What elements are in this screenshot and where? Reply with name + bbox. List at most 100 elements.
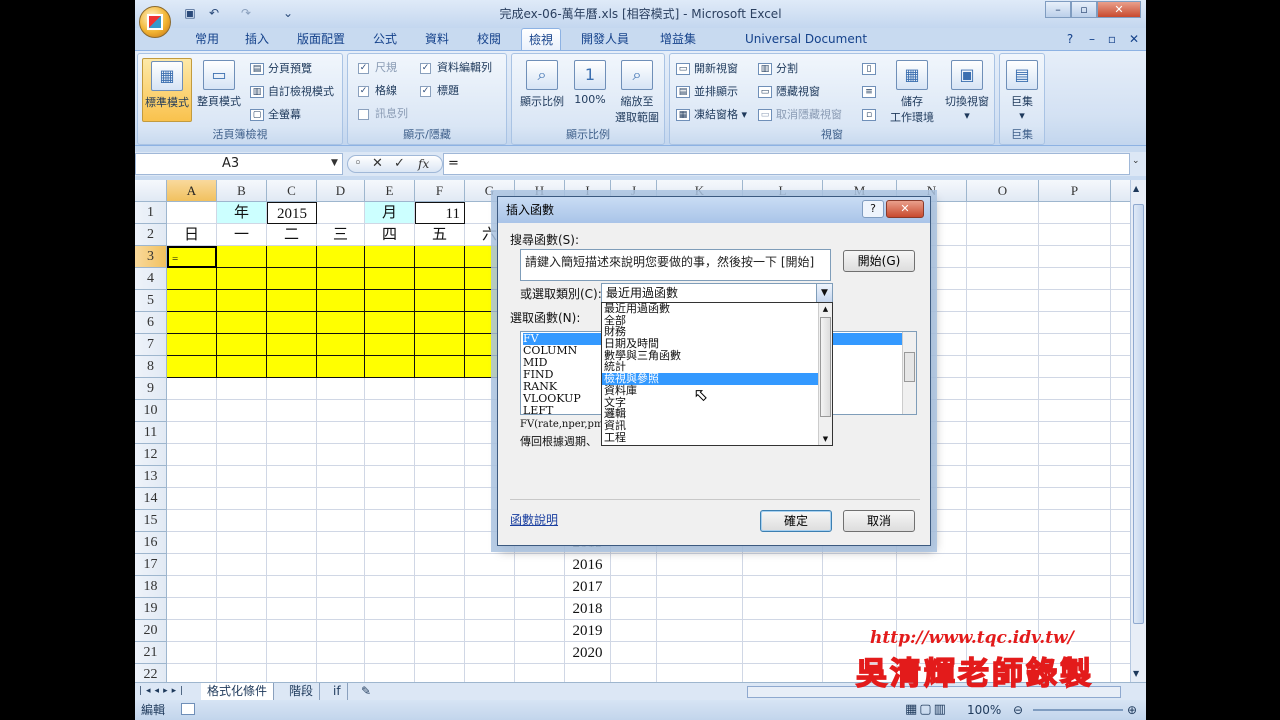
cell-l22[interactable]	[743, 664, 823, 682]
custom-views-button[interactable]: ▥ 自訂檢視模式	[250, 83, 334, 101]
cell-k18[interactable]	[657, 576, 743, 598]
cell-a22[interactable]	[167, 664, 217, 682]
cell-o3[interactable]	[967, 246, 1039, 268]
formula-bar-checkbox[interactable]: ✓ 資料編輯列	[420, 59, 492, 77]
category-dropdown[interactable]: 最近用過函數 全部 財務 日期及時間 數學與三角函數 統計 檢視與參照 資料庫 文字 邏輯 資訊 工程…	[601, 302, 833, 446]
select-all-corner[interactable]	[135, 180, 167, 202]
help-icon[interactable]: ?	[862, 200, 884, 218]
cell-p3[interactable]	[1039, 246, 1111, 268]
cell-d20[interactable]	[317, 620, 365, 642]
message-bar-checkbox[interactable]: 訊息列	[358, 105, 408, 123]
cell-b14[interactable]	[217, 488, 267, 510]
search-function-input[interactable]: 請鍵入簡短描述來說明您要做的事，然後按一下 [開始]	[520, 249, 831, 281]
cell-o18[interactable]	[967, 576, 1039, 598]
cell-o13[interactable]	[967, 466, 1039, 488]
cell-c10[interactable]	[267, 400, 317, 422]
cell-o15[interactable]	[967, 510, 1039, 532]
cell-p9[interactable]	[1039, 378, 1111, 400]
cell-c7[interactable]	[267, 334, 317, 356]
cell-e15[interactable]	[365, 510, 415, 532]
cell-g18[interactable]	[465, 576, 515, 598]
close-icon[interactable]: ✕	[886, 200, 924, 218]
cell-l18[interactable]	[743, 576, 823, 598]
row-header[interactable]: 3	[135, 246, 167, 268]
cell-e6[interactable]	[365, 312, 415, 334]
cell-b15[interactable]	[217, 510, 267, 532]
page-break-preview-button[interactable]: ▤ 分頁預覽	[250, 60, 312, 78]
category-option[interactable]: 文字	[602, 396, 832, 409]
cell-k17[interactable]	[657, 554, 743, 576]
category-option[interactable]: 資料庫	[602, 384, 832, 397]
help-link[interactable]: 函數說明	[510, 511, 558, 528]
cell-f7[interactable]	[415, 334, 465, 356]
cell-f3[interactable]	[415, 246, 465, 268]
scroll-up-icon[interactable]: ▲	[1133, 184, 1139, 193]
cell-e4[interactable]	[365, 268, 415, 290]
cell-e11[interactable]	[365, 422, 415, 444]
freeze-panes-button[interactable]: ▦ 凍結窗格 ▾	[676, 106, 747, 124]
cell-m19[interactable]	[823, 598, 897, 620]
cell-f15[interactable]	[415, 510, 465, 532]
cell-b1[interactable]: 年	[217, 202, 267, 224]
cell-k21[interactable]	[657, 642, 743, 664]
unhide-window-button[interactable]: ▭ 取消隱藏視窗	[758, 106, 842, 124]
cell-a19[interactable]	[167, 598, 217, 620]
ribbon-restore-icon[interactable]: ▫	[1105, 28, 1119, 50]
cancel-button[interactable]: 取消	[843, 510, 915, 532]
cell-c13[interactable]	[267, 466, 317, 488]
cell-b21[interactable]	[217, 642, 267, 664]
column-header[interactable]: A	[167, 180, 217, 202]
cell-g17[interactable]	[465, 554, 515, 576]
cell-e10[interactable]	[365, 400, 415, 422]
cell-o12[interactable]	[967, 444, 1039, 466]
cell-f19[interactable]	[415, 598, 465, 620]
row-header[interactable]: 2	[135, 224, 167, 246]
cell-b3[interactable]	[217, 246, 267, 268]
row-header[interactable]: 21	[135, 642, 167, 664]
ok-button[interactable]: 確定	[760, 510, 832, 532]
cell-b2[interactable]: 一	[217, 224, 267, 246]
cell-j19[interactable]	[611, 598, 657, 620]
tab-data[interactable]: 資料	[419, 28, 455, 50]
cell-b4[interactable]	[217, 268, 267, 290]
chevron-down-icon[interactable]: ▼	[816, 284, 832, 302]
row-header[interactable]: 19	[135, 598, 167, 620]
row-header[interactable]: 9	[135, 378, 167, 400]
cell-o9[interactable]	[967, 378, 1039, 400]
row-header[interactable]: 12	[135, 444, 167, 466]
cell-p8[interactable]	[1039, 356, 1111, 378]
insert-sheet-icon[interactable]: ✎	[355, 683, 377, 700]
macros-button[interactable]: ▤ 巨集 ▾	[1002, 58, 1042, 122]
cell-d5[interactable]	[317, 290, 365, 312]
category-option[interactable]: 最近用過函數	[602, 303, 832, 315]
cell-p7[interactable]	[1039, 334, 1111, 356]
cell-b9[interactable]	[217, 378, 267, 400]
cell-p1[interactable]	[1039, 202, 1111, 224]
cell-e7[interactable]	[365, 334, 415, 356]
category-option[interactable]: 數學與三角函數	[602, 349, 832, 362]
cell-f17[interactable]	[415, 554, 465, 576]
scroll-down-icon[interactable]: ▼	[1133, 669, 1139, 678]
sheet-nav-icon[interactable]: |◂◂▸▸|	[139, 683, 187, 700]
column-header[interactable]: C	[267, 180, 317, 202]
cell-b5[interactable]	[217, 290, 267, 312]
cell-o16[interactable]	[967, 532, 1039, 554]
tab-page-layout[interactable]: 版面配置	[295, 28, 347, 50]
cell-c22[interactable]	[267, 664, 317, 682]
cell-a2[interactable]: 日	[167, 224, 217, 246]
cell-e2[interactable]: 四	[365, 224, 415, 246]
cell-p18[interactable]	[1039, 576, 1111, 598]
cell-o11[interactable]	[967, 422, 1039, 444]
cell-a5[interactable]	[167, 290, 217, 312]
restore-button[interactable]: ▫	[1071, 1, 1097, 18]
tab-addins[interactable]: 增益集	[653, 28, 703, 50]
column-header[interactable]: E	[365, 180, 415, 202]
scroll-down-icon[interactable]: ▼	[820, 433, 831, 445]
cell-l19[interactable]	[743, 598, 823, 620]
cell-e21[interactable]	[365, 642, 415, 664]
cell-d4[interactable]	[317, 268, 365, 290]
cell-c17[interactable]	[267, 554, 317, 576]
cell-o2[interactable]	[967, 224, 1039, 246]
zoom-out-icon[interactable]: ⊖	[1013, 700, 1023, 720]
cell-d11[interactable]	[317, 422, 365, 444]
